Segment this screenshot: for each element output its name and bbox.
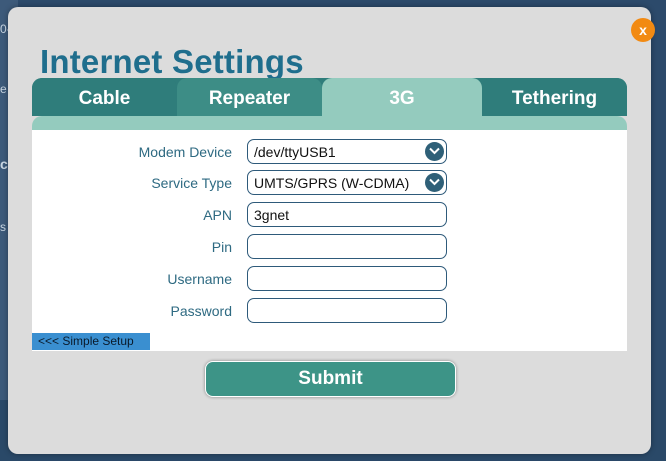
- modem-device-row: Modem Device /dev/ttyUSB1: [32, 138, 627, 166]
- modem-device-label: Modem Device: [138, 144, 232, 160]
- close-button[interactable]: x: [631, 18, 655, 42]
- password-row: Password: [32, 297, 627, 325]
- chevron-down-icon[interactable]: [425, 142, 444, 161]
- tab-cable[interactable]: Cable: [32, 78, 177, 116]
- username-label: Username: [167, 271, 232, 287]
- apn-row: APN 3gnet: [32, 201, 627, 229]
- username-row: Username: [32, 265, 627, 293]
- username-input[interactable]: [247, 266, 447, 291]
- service-type-select[interactable]: UMTS/GPRS (W-CDMA): [247, 170, 447, 195]
- service-type-row: Service Type UMTS/GPRS (W-CDMA): [32, 169, 627, 197]
- tab-tethering[interactable]: Tethering: [482, 78, 627, 116]
- tab-underline: [32, 116, 627, 130]
- service-type-label: Service Type: [151, 175, 232, 191]
- chevron-down-icon[interactable]: [425, 173, 444, 192]
- settings-form: Modem Device /dev/ttyUSB1 Service Type U…: [32, 130, 627, 351]
- modem-device-value: /dev/ttyUSB1: [254, 144, 336, 160]
- background-text: c: [0, 156, 8, 172]
- dialog-title: Internet Settings: [40, 43, 304, 80]
- password-input[interactable]: [247, 298, 447, 323]
- tab-bar: Cable Repeater 3G Tethering: [32, 78, 627, 116]
- pin-input[interactable]: [247, 234, 447, 259]
- service-type-value: UMTS/GPRS (W-CDMA): [254, 175, 410, 191]
- pin-label: Pin: [211, 239, 232, 255]
- modem-device-select[interactable]: /dev/ttyUSB1: [247, 139, 447, 164]
- password-label: Password: [170, 303, 232, 319]
- apn-label: APN: [203, 207, 232, 223]
- submit-button[interactable]: Submit: [205, 361, 456, 397]
- background-text: s: [0, 220, 6, 234]
- tab-3g[interactable]: 3G: [322, 78, 482, 116]
- simple-setup-link[interactable]: <<< Simple Setup: [32, 333, 150, 350]
- background-text: e: [0, 82, 7, 96]
- pin-row: Pin: [32, 233, 627, 261]
- apn-input[interactable]: 3gnet: [247, 202, 447, 227]
- tab-repeater[interactable]: Repeater: [177, 78, 322, 116]
